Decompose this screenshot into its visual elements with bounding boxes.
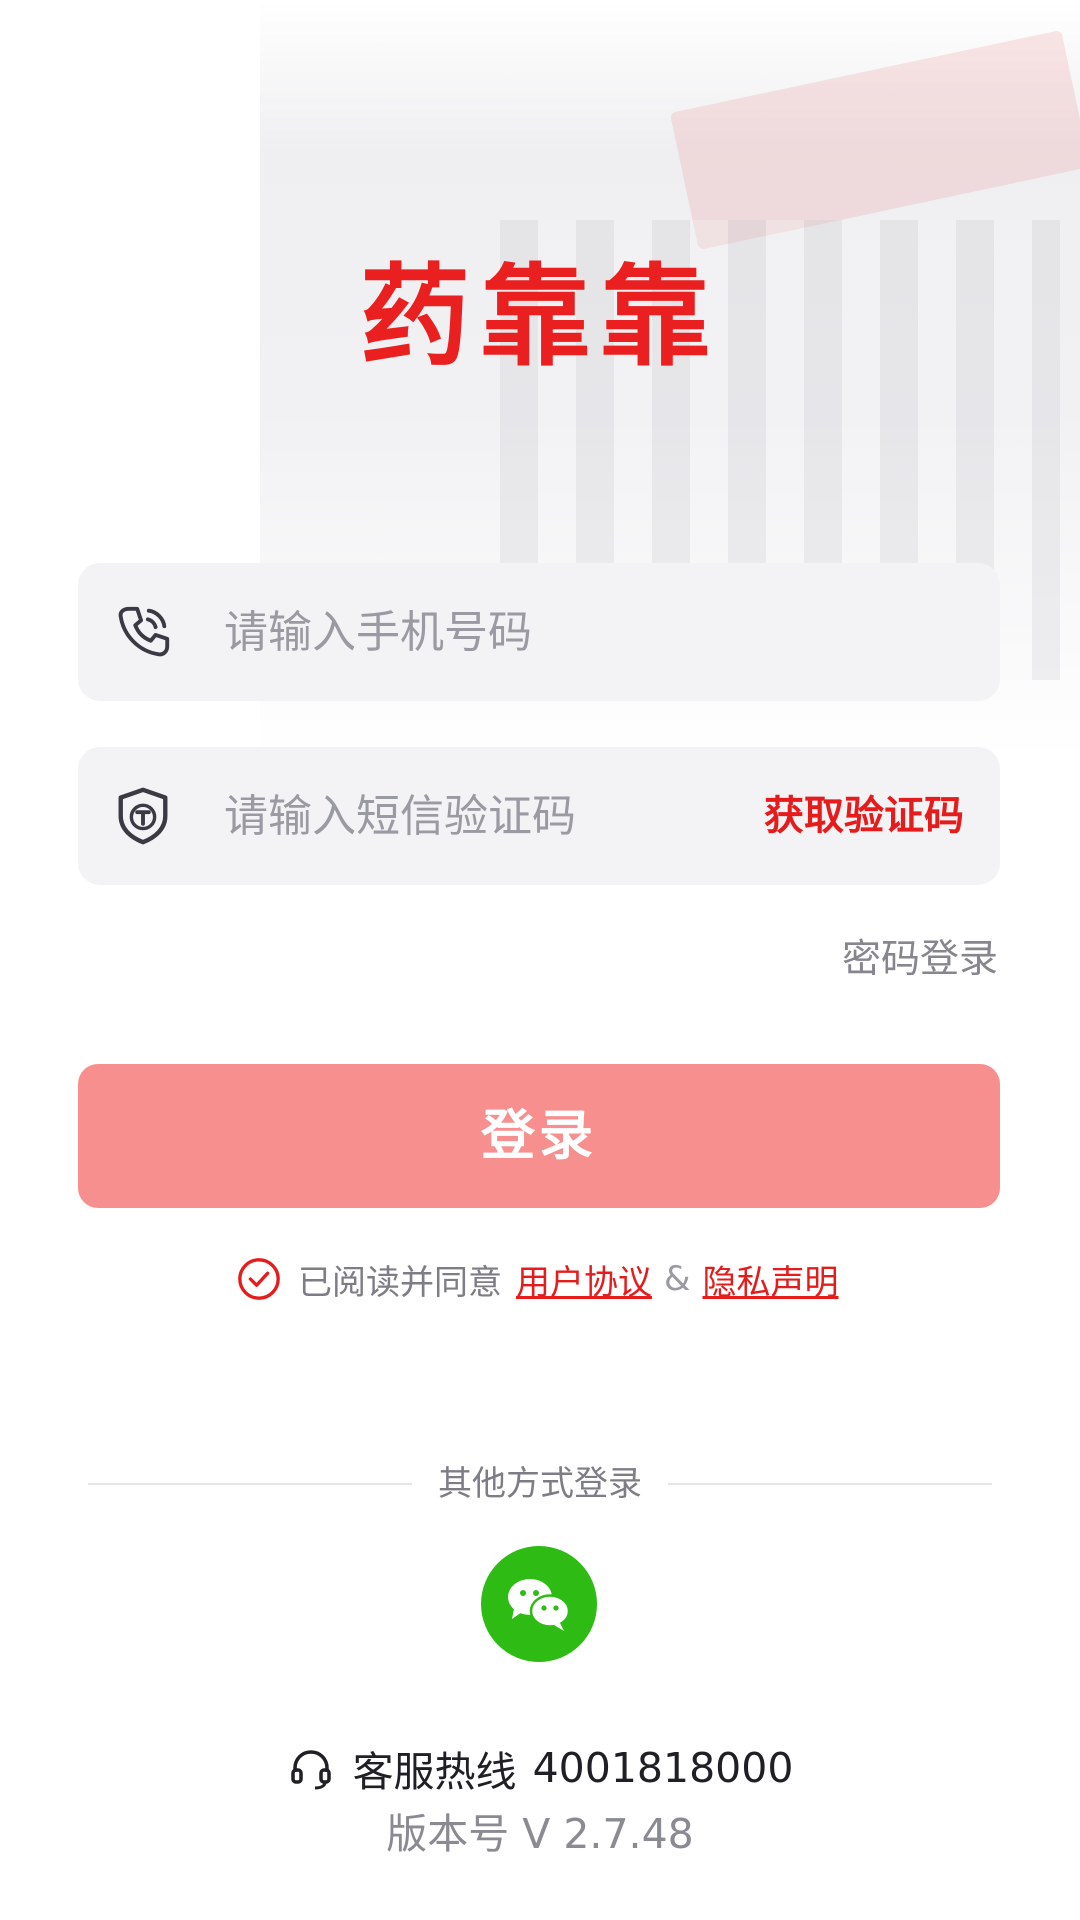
wechat-login-button[interactable] — [481, 1546, 597, 1662]
get-code-button[interactable]: 获取验证码 — [764, 747, 964, 885]
headset-icon — [290, 1750, 331, 1790]
agreement-text: 已阅读并同意 — [298, 1262, 502, 1303]
phone-field[interactable] — [78, 563, 1000, 701]
version-text: 版本号 V 2.7.48 — [386, 1810, 694, 1858]
login-button[interactable]: 登录 — [78, 1064, 1000, 1208]
hotline-number[interactable]: 4001818000 — [533, 1744, 794, 1792]
privacy-link[interactable]: 隐私声明 — [703, 1255, 839, 1304]
other-login-divider: 其他方式登录 — [88, 1460, 992, 1508]
building-sign — [669, 29, 1080, 251]
customer-hotline[interactable]: 客服热线 4001818000 — [0, 1738, 1080, 1798]
user-agreement-link[interactable]: 用户协议 — [516, 1255, 652, 1304]
phone-call-icon — [118, 606, 170, 657]
password-login-link[interactable]: 密码登录 — [842, 928, 998, 984]
app-logo: 药靠靠 — [360, 253, 720, 381]
sms-code-input[interactable] — [224, 747, 684, 885]
wechat-icon — [508, 1579, 571, 1631]
agreement-ampersand: & — [664, 1259, 691, 1299]
agreement-checkbox-icon[interactable] — [236, 1256, 282, 1302]
hotline-label: 客服热线 — [352, 1748, 517, 1796]
agreement-row: 已阅读并同意 用户协议 & 隐私声明 — [236, 1254, 839, 1304]
shield-icon — [118, 787, 168, 845]
sms-code-field[interactable]: 获取验证码 — [78, 747, 1000, 885]
phone-input[interactable] — [224, 563, 964, 701]
other-login-label: 其他方式登录 — [438, 1464, 642, 1504]
